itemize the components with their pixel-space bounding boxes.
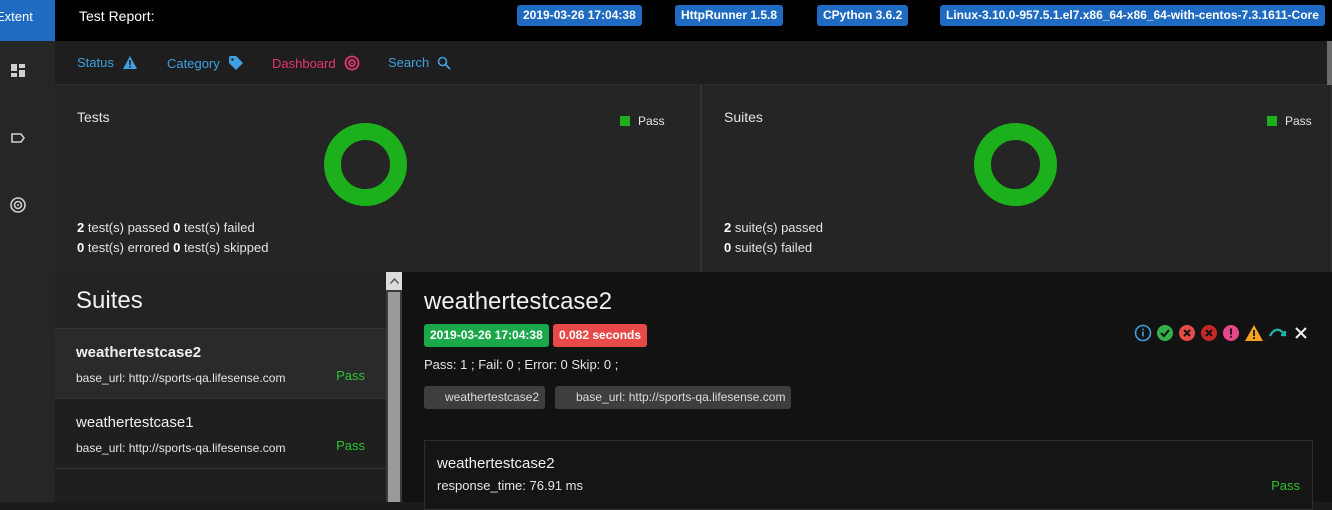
nav-search[interactable]: Search [388, 55, 451, 70]
duration-badge: 0.082 seconds [553, 324, 648, 347]
nav-category-label: Category [167, 55, 220, 71]
node-response-time: response_time: 76.91 ms [437, 478, 583, 493]
legend-pass-swatch [1267, 116, 1277, 126]
suite-name: weathertestcase2 [76, 344, 202, 361]
pass-icon[interactable] [1156, 324, 1174, 342]
search-icon [437, 56, 451, 70]
suites-stat-line1: 2 suite(s) passed [724, 220, 823, 235]
tests-stat-line1: 2 test(s) passed 0 test(s) failed [77, 220, 255, 235]
radar-icon[interactable] [9, 196, 27, 214]
tests-legend-label: Pass [638, 114, 665, 128]
tests-skipped-label: test(s) skipped [180, 240, 269, 255]
tests-failed-label: test(s) failed [180, 220, 255, 235]
top-bar: Test Report: 2019-03-26 17:04:38 HttpRun… [55, 0, 1332, 41]
tests-legend[interactable]: Pass [620, 114, 665, 128]
tests-passed-label: test(s) passed [84, 220, 174, 235]
suites-stat-line2: 0 suite(s) failed [724, 240, 812, 255]
page-scrollbar[interactable] [1327, 41, 1332, 85]
tests-donut-pass-arc [324, 123, 407, 206]
legend-pass-swatch [620, 116, 630, 126]
error-icon[interactable] [1222, 324, 1240, 342]
detail-pane: weathertestcase2 2019-03-26 17:04:38 0.0… [402, 272, 1332, 510]
nav-status[interactable]: Status [77, 55, 138, 70]
warning-icon [122, 56, 137, 69]
dashboard-grid-icon[interactable] [9, 62, 27, 80]
tag-base-url[interactable]: base_url: http://sports-qa.lifesense.com [555, 386, 792, 409]
test-node[interactable]: weathertestcase2 response_time: 76.91 ms… [424, 440, 1313, 510]
fatal-icon[interactable] [1200, 324, 1218, 342]
brand-logo[interactable]: Extent [0, 0, 55, 41]
left-rail: Extent [0, 0, 55, 502]
report-title: Test Report: [79, 8, 155, 24]
tests-stat-line2: 0 test(s) errored 0 test(s) skipped [77, 240, 268, 255]
chip-python: CPython 3.6.2 [817, 5, 909, 26]
suites-passed-label: suite(s) passed [731, 220, 823, 235]
suite-item-weathertestcase1[interactable]: weathertestcase1 base_url: http://sports… [55, 399, 386, 469]
time-badge: 2019-03-26 17:04:38 [424, 324, 549, 347]
scroll-up-button[interactable] [386, 272, 402, 290]
chip-platform: Linux-3.10.0-957.5.1.el7.x86_64-x86_64-w… [940, 5, 1325, 26]
status-filter-icons [1134, 324, 1310, 342]
chip-httprunner: HttpRunner 1.5.8 [675, 5, 784, 26]
tests-donut-chart[interactable] [323, 122, 408, 207]
scroll-thumb[interactable] [388, 292, 400, 502]
suite-url: base_url: http://sports-qa.lifesense.com [76, 371, 286, 385]
suites-panel-title: Suites [724, 109, 763, 125]
tests-panel: Tests Pass 2 test(s) passed 0 test(s) fa… [55, 85, 701, 272]
chevron-up-icon [389, 278, 399, 284]
suite-url: base_url: http://sports-qa.lifesense.com [76, 441, 286, 455]
tests-errored-label: test(s) errored [84, 240, 174, 255]
brand-label: Extent [0, 9, 33, 24]
suites-heading: Suites [55, 272, 386, 329]
suites-donut-chart[interactable] [973, 122, 1058, 207]
chip-timestamp: 2019-03-26 17:04:38 [517, 5, 642, 26]
nav-category[interactable]: Category [167, 55, 244, 71]
close-icon[interactable] [1292, 324, 1310, 342]
suites-donut-pass-arc [974, 123, 1057, 206]
detail-title: weathertestcase2 [424, 288, 613, 315]
node-name: weathertestcase2 [437, 455, 555, 472]
nav-status-label: Status [77, 55, 114, 70]
suite-item-weathertestcase2[interactable]: weathertestcase2 base_url: http://sports… [55, 329, 386, 399]
nav-dashboard[interactable]: Dashboard [272, 55, 360, 71]
suites-failed-label: suite(s) failed [731, 240, 813, 255]
result-counts: Pass: 1 ; Fail: 0 ; Error: 0 Skip: 0 ; [424, 357, 619, 372]
suites-legend[interactable]: Pass [1267, 114, 1312, 128]
node-status: Pass [1271, 478, 1300, 493]
tests-panel-title: Tests [77, 109, 110, 125]
skip-icon[interactable] [1268, 324, 1288, 342]
label-icon[interactable] [9, 129, 27, 147]
nav-strip: Status Category Dashboard Search [55, 41, 1332, 85]
suites-panel: Suites Pass 2 suite(s) passed 0 suite(s)… [701, 85, 1332, 272]
suite-status: Pass [336, 368, 365, 383]
fail-icon[interactable] [1178, 324, 1196, 342]
tag-testcase[interactable]: weathertestcase2 [424, 386, 546, 409]
tag-icon [228, 56, 243, 70]
nav-search-label: Search [388, 55, 430, 70]
suite-status: Pass [336, 438, 365, 453]
suites-legend-label: Pass [1285, 114, 1312, 128]
suites-list: Suites weathertestcase2 base_url: http:/… [55, 272, 386, 502]
dashboard-icon [344, 55, 360, 71]
info-icon[interactable] [1134, 324, 1152, 342]
nav-dashboard-label: Dashboard [272, 55, 336, 71]
warning-icon[interactable] [1244, 324, 1264, 342]
suite-name: weathertestcase1 [76, 414, 194, 431]
suites-scrollbar[interactable] [386, 272, 402, 502]
